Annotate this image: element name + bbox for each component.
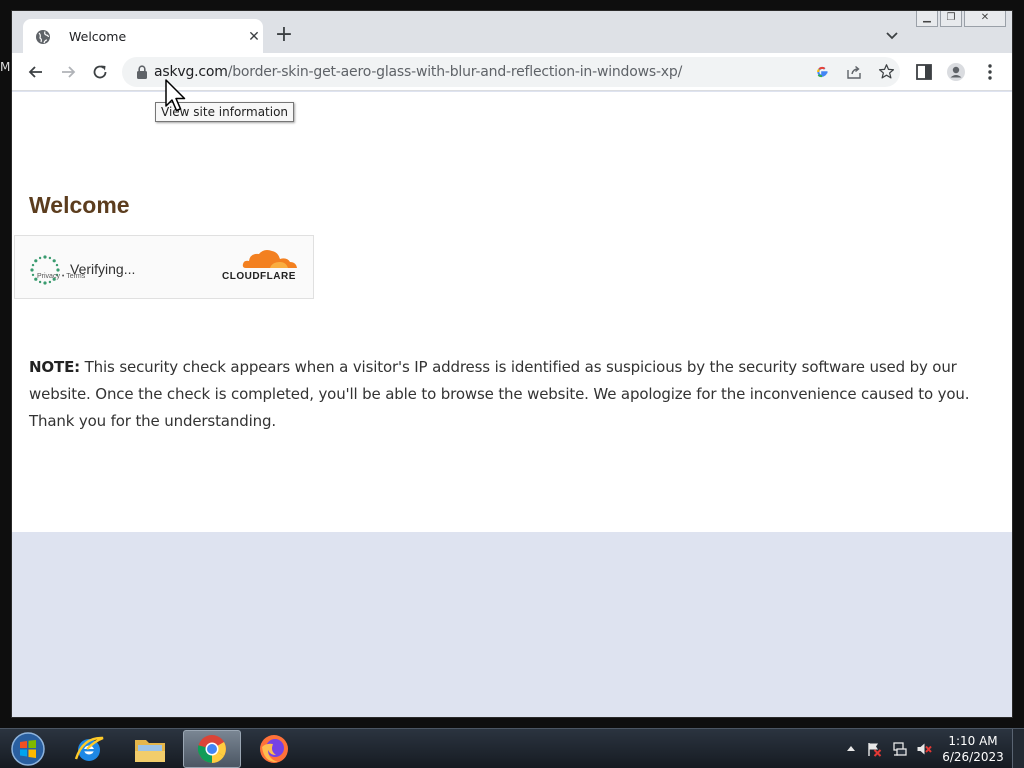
taskbar-clock[interactable]: 1:10 AM 6/26/2023	[940, 733, 1006, 765]
privacy-link[interactable]: Privacy	[37, 273, 60, 280]
kebab-menu-icon[interactable]	[980, 62, 1000, 82]
taskbar-google-chrome[interactable]	[183, 730, 241, 768]
share-icon[interactable]	[846, 64, 862, 80]
firefox-icon	[260, 735, 288, 763]
link-separator: •	[61, 273, 65, 280]
note-label: NOTE:	[29, 358, 81, 376]
minimize-button[interactable]: ▁	[916, 11, 938, 27]
cloud-icon	[242, 250, 297, 268]
taskbar-internet-explorer[interactable]	[60, 730, 118, 768]
maximize-button[interactable]: ❐	[940, 11, 962, 27]
browser-toolbar: askvg.com/border-skin-get-aero-glass-wit…	[12, 53, 1012, 91]
back-arrow-icon[interactable]	[26, 62, 46, 82]
terms-link[interactable]: Terms	[66, 273, 85, 280]
tab-welcome[interactable]: Welcome ✕	[23, 19, 263, 53]
clock-date: 6/26/2023	[942, 750, 1004, 764]
windows-taskbar: 1:10 AM 6/26/2023	[0, 728, 1024, 768]
url-path: /border-skin-get-aero-glass-with-blur-an…	[227, 64, 683, 80]
reload-icon[interactable]	[90, 62, 110, 82]
cloudflare-links: Privacy • Terms	[37, 273, 85, 280]
tab-search-chevron-icon[interactable]	[884, 27, 900, 43]
address-bar[interactable]: askvg.com/border-skin-get-aero-glass-wit…	[122, 57, 900, 87]
globe-icon	[36, 30, 50, 44]
folder-icon	[135, 740, 165, 762]
cloudflare-wordmark: CLOUDFLARE	[222, 271, 296, 282]
action-center-flag-icon[interactable]	[866, 741, 882, 757]
internet-explorer-icon	[74, 736, 104, 761]
mouse-cursor-icon	[165, 79, 186, 112]
tab-close-icon[interactable]: ✕	[245, 27, 263, 45]
forward-arrow-icon[interactable]	[58, 62, 78, 82]
network-icon[interactable]	[892, 741, 908, 757]
page-heading: Welcome	[29, 192, 130, 218]
new-tab-button[interactable]: +	[274, 24, 294, 46]
security-note: NOTE: This security check appears when a…	[29, 354, 999, 435]
tab-title: Welcome	[69, 29, 127, 44]
taskbar-firefox[interactable]	[245, 730, 303, 768]
page-content: Welcome Verifying... CLOUDFLARE Privacy …	[12, 92, 1012, 532]
chrome-icon	[197, 735, 226, 763]
google-translate-icon[interactable]	[814, 64, 830, 80]
note-text: This security check appears when a visit…	[29, 358, 970, 430]
chrome-window: Welcome ✕ + ▁ ❐ ✕ askvg.com/border-skin-…	[11, 10, 1013, 718]
profile-avatar-icon[interactable]	[946, 62, 966, 82]
cloudflare-turnstile-widget[interactable]: Verifying... CLOUDFLARE Privacy • Terms	[14, 235, 314, 299]
url-text[interactable]: askvg.com/border-skin-get-aero-glass-wit…	[154, 64, 682, 80]
tab-strip: Welcome ✕ + ▁ ❐ ✕	[12, 11, 1012, 53]
bookmark-star-icon[interactable]	[878, 63, 895, 80]
lock-icon[interactable]	[136, 65, 148, 79]
show-hidden-icons-arrow-icon[interactable]	[846, 741, 856, 757]
url-host: askvg.com	[154, 64, 228, 80]
windows-orb-icon	[11, 732, 45, 766]
volume-muted-icon[interactable]	[916, 741, 932, 757]
clock-time: 1:10 AM	[948, 734, 998, 748]
side-panel-icon[interactable]	[914, 62, 934, 82]
start-button[interactable]	[0, 730, 56, 768]
spinner-icon	[30, 255, 60, 285]
taskbar-file-explorer[interactable]	[121, 730, 179, 768]
window-controls: ▁ ❐ ✕	[916, 11, 1006, 27]
close-window-button[interactable]: ✕	[964, 11, 1006, 27]
show-desktop-button[interactable]	[1012, 729, 1024, 768]
cloudflare-logo: CLOUDFLARE	[220, 248, 300, 292]
